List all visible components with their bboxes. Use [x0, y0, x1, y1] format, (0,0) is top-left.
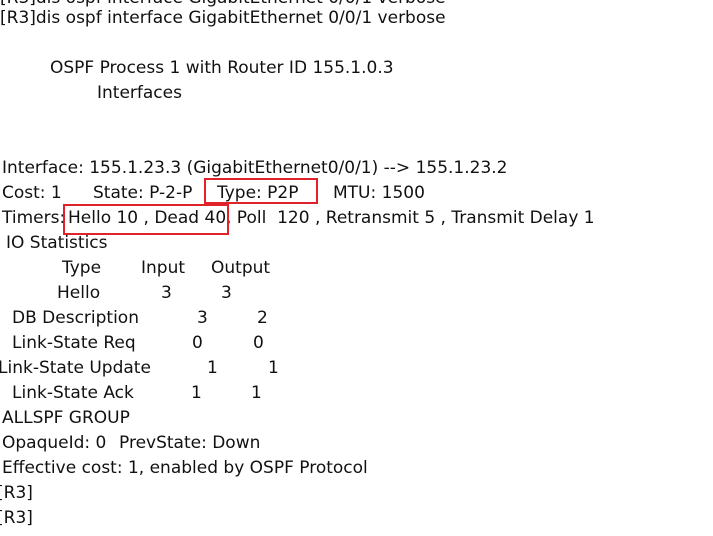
io-row-input: 3 — [197, 308, 208, 328]
terminal-output: [R3]dis ospf interface GigabitEthernet 0… — [0, 0, 713, 536]
io-row-output: 1 — [268, 358, 279, 378]
io-row-output: 3 — [221, 283, 232, 303]
io-statistics-label: IO Statistics — [6, 233, 108, 253]
timers-hello-dead: Hello 10 , Dead 40 — [68, 208, 227, 228]
prompt-line[interactable]: [R3] — [0, 508, 33, 528]
io-header-type: Type — [62, 258, 102, 278]
timers-rest: , Poll 120 , Retransmit 5 , Transmit Del… — [226, 208, 595, 228]
prev-state: PrevState: Down — [119, 433, 261, 453]
io-row-output: 0 — [253, 333, 264, 353]
opaque-id: OpaqueId: 0 — [2, 433, 107, 453]
io-row-output: 1 — [251, 383, 262, 403]
ospf-process-title: OSPF Process 1 with Router ID 155.1.0.3 — [50, 58, 394, 78]
io-row-type: Link-State Req — [12, 333, 136, 353]
effective-cost: Effective cost: 1, enabled by OSPF Proto… — [2, 458, 368, 478]
io-row-type: DB Description — [12, 308, 139, 328]
cost-value: Cost: 1 — [2, 183, 62, 203]
io-header-input: Input — [141, 258, 186, 278]
io-row-input: 1 — [191, 383, 202, 403]
command-line: [R3]dis ospf interface GigabitEthernet 0… — [0, 8, 446, 28]
io-row-type: Link-State Ack — [12, 383, 134, 403]
prompt-line[interactable]: [R3] — [0, 483, 33, 503]
io-row-input: 1 — [207, 358, 218, 378]
timers-label: Timers: — [2, 208, 66, 228]
interface-line: Interface: 155.1.23.3 (GigabitEthernet0/… — [2, 158, 508, 178]
terminal-clipped-line: [R3]dis ospf interface GigabitEthernet 0… — [0, 0, 446, 8]
state-value: State: P-2-P — [93, 183, 193, 203]
allspf-group: ALLSPF GROUP — [2, 408, 130, 428]
mtu-value: MTU: 1500 — [333, 183, 425, 203]
io-row-output: 2 — [257, 308, 268, 328]
io-row-type: Link-State Update — [0, 358, 151, 378]
io-row-input: 3 — [161, 283, 172, 303]
type-value: Type: P2P — [217, 183, 299, 203]
interfaces-label: Interfaces — [97, 83, 182, 103]
io-row-type: Hello — [57, 283, 101, 303]
io-header-output: Output — [211, 258, 271, 278]
io-row-input: 0 — [192, 333, 203, 353]
